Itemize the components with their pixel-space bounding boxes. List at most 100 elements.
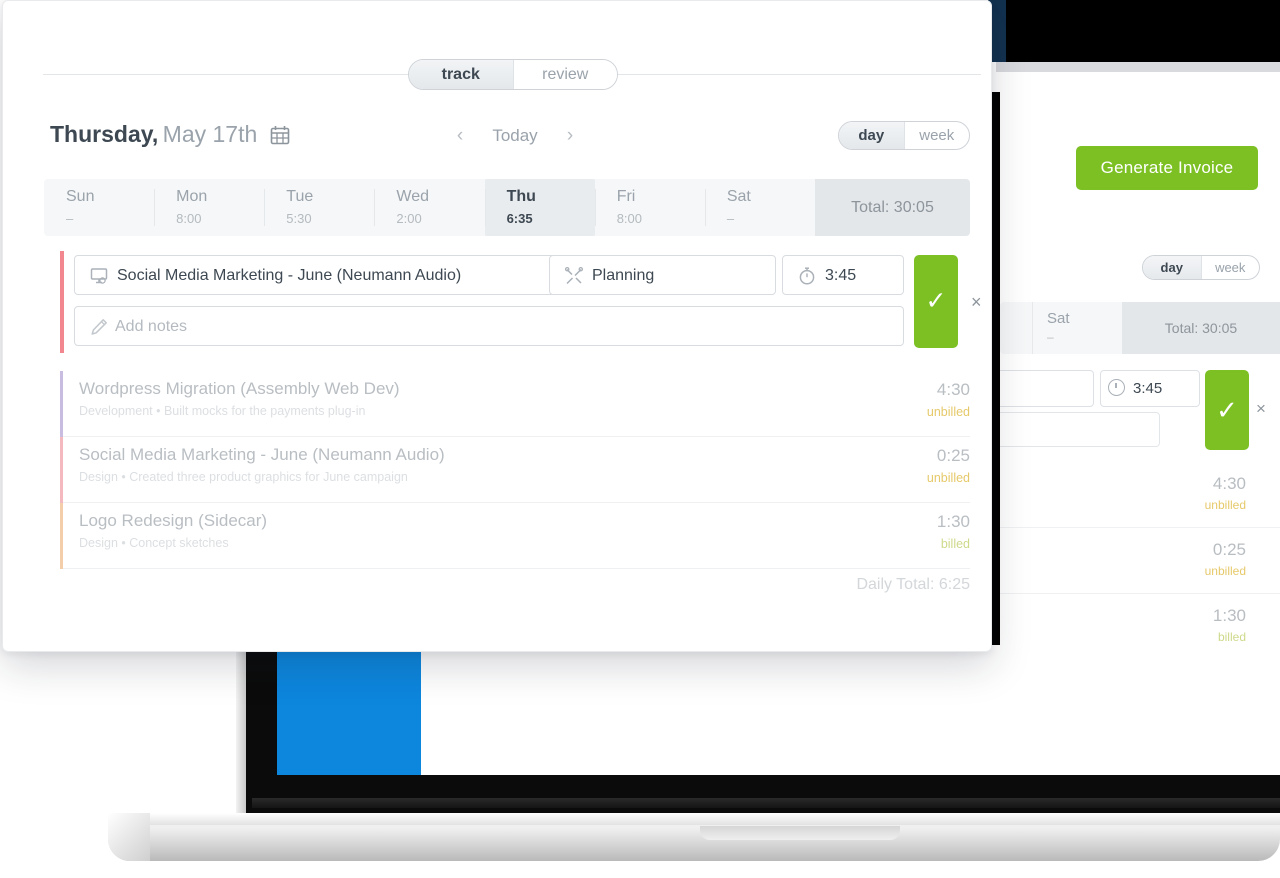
week-day-label: Fri <box>616 188 636 205</box>
week-day-hours: 2:00 <box>396 211 422 226</box>
project-monitor-icon <box>89 266 109 286</box>
toggle-week[interactable]: week <box>903 122 970 149</box>
timer-app-window: track review Thursday, May 17th ‹ Today … <box>2 0 992 652</box>
chevron-right-icon[interactable]: › <box>560 125 580 147</box>
status-badge: unbilled <box>926 471 970 485</box>
date-navigation: ‹ Today › <box>450 123 580 149</box>
background-entry-row[interactable]: 4:30 unbilled <box>1000 462 1280 528</box>
tab-track[interactable]: track <box>409 60 513 89</box>
background-week-day-hours: – <box>1047 330 1054 344</box>
laptop-base-lip <box>108 813 1280 825</box>
background-week-day-label: Sat <box>1047 310 1070 327</box>
chevron-left-icon[interactable]: ‹ <box>450 125 470 147</box>
calendar-icon[interactable] <box>270 125 290 150</box>
date-weekday: Thursday, <box>50 121 159 147</box>
week-day-label: Tue <box>286 188 314 205</box>
week-total: Total: 30:05 <box>814 179 970 236</box>
time-field[interactable]: 3:45 <box>782 255 904 295</box>
today-button[interactable]: Today <box>492 126 537 146</box>
entry-subtitle: Design • Concept sketches <box>79 536 229 550</box>
close-icon: × <box>971 292 982 312</box>
week-day-label: Mon <box>176 188 208 205</box>
laptop-base-notch <box>700 826 900 840</box>
stopwatch-icon <box>1108 379 1125 396</box>
week-day-mon[interactable]: Mon 8:00 <box>154 179 264 236</box>
week-day-hours: – <box>66 211 74 226</box>
table-row[interactable]: Wordpress Migration (Assembly Web Dev) D… <box>60 371 970 437</box>
status-badge: unbilled <box>926 405 970 419</box>
delete-entry-button[interactable]: × <box>971 292 982 313</box>
week-day-sun[interactable]: Sun – <box>44 179 154 236</box>
entry-title: Social Media Marketing - June (Neumann A… <box>79 445 445 464</box>
background-view-toggle[interactable]: day week <box>1142 255 1260 280</box>
week-day-label: Sat <box>726 188 751 205</box>
toggle-day[interactable]: day <box>839 122 904 149</box>
week-strip: Sun – Mon 8:00 Tue 5:30 Wed 2:00 Thu 6:3… <box>44 179 970 236</box>
time-field-value: 3:45 <box>825 267 857 284</box>
project-field-value: Social Media Marketing - June (Neumann A… <box>117 267 462 284</box>
week-day-thu[interactable]: Thu 6:35 <box>484 179 595 236</box>
week-day-wed[interactable]: Wed 2:00 <box>374 179 484 236</box>
table-row[interactable]: Logo Redesign (Sidecar) Design • Concept… <box>60 503 970 569</box>
laptop-white-area <box>421 645 1280 775</box>
background-toggle-day[interactable]: day <box>1143 256 1201 279</box>
entry-duration: 1:30 <box>936 512 970 531</box>
background-entry-duration: 0:25 <box>1212 540 1246 559</box>
week-day-tue[interactable]: Tue 5:30 <box>264 179 374 236</box>
active-entry-editor: Social Media Marketing - June (Neumann A… <box>60 251 982 353</box>
generate-invoice-button[interactable]: Generate Invoice <box>1076 146 1258 190</box>
week-day-hours: 5:30 <box>286 211 312 226</box>
task-field-value: Planning <box>592 267 655 284</box>
project-field[interactable]: Social Media Marketing - June (Neumann A… <box>74 255 555 295</box>
entry-duration: 0:25 <box>936 446 970 465</box>
background-entry-duration: 1:30 <box>1212 606 1246 625</box>
entry-color-bar <box>60 437 63 503</box>
notes-field-placeholder: Add notes <box>115 318 188 335</box>
week-day-hours: 8:00 <box>616 211 643 226</box>
entry-subtitle: Development • Built mocks for the paymen… <box>79 404 366 418</box>
background-project-field[interactable] <box>1000 370 1094 407</box>
mode-tabs-row: track review <box>43 59 981 91</box>
view-toggle[interactable]: day week <box>838 121 970 150</box>
laptop-base-corner <box>108 813 150 861</box>
notes-field[interactable]: Add notes <box>74 306 904 346</box>
tools-icon <box>564 266 584 286</box>
week-day-hours: – <box>726 211 735 226</box>
background-entry-status: unbilled <box>1204 498 1246 512</box>
check-icon: ✓ <box>925 287 947 315</box>
table-row[interactable]: Social Media Marketing - June (Neumann A… <box>60 437 970 503</box>
laptop-dark-top <box>1006 0 1280 62</box>
task-field[interactable]: Planning <box>549 255 776 295</box>
current-date-header[interactable]: Thursday, May 17th <box>50 121 290 150</box>
week-day-label: Sun <box>66 188 95 205</box>
background-notes-field[interactable] <box>1000 412 1160 447</box>
background-entry-status: unbilled <box>1204 564 1246 578</box>
entry-subtitle: Design • Created three product graphics … <box>79 470 408 484</box>
stopwatch-icon <box>797 266 817 286</box>
background-delete-button[interactable]: × <box>1256 399 1266 419</box>
background-save-button[interactable]: ✓ <box>1205 370 1249 450</box>
laptop-blue-block <box>277 645 421 783</box>
week-day-fri[interactable]: Fri 8:00 <box>594 179 705 236</box>
mode-tabs[interactable]: track review <box>408 59 618 90</box>
date-rest: May 17th <box>162 121 258 147</box>
save-entry-button[interactable]: ✓ <box>914 255 958 348</box>
week-day-label: Thu <box>506 188 536 205</box>
daily-total: Daily Total: 6:25 <box>856 576 970 593</box>
week-day-hours: 6:35 <box>506 211 533 226</box>
entry-accent-bar <box>60 251 64 353</box>
week-day-hours: 8:00 <box>176 211 202 226</box>
background-entry-row[interactable]: 0:25 unbilled <box>1000 528 1280 594</box>
entry-list: Wordpress Migration (Assembly Web Dev) D… <box>60 371 970 593</box>
entry-duration: 4:30 <box>936 380 970 399</box>
week-day-sat[interactable]: Sat – <box>704 179 815 236</box>
laptop-edge-silver <box>236 640 246 820</box>
background-entry-duration: 4:30 <box>1212 474 1246 493</box>
pencil-icon <box>89 317 109 337</box>
week-day-label: Wed <box>396 188 430 205</box>
tab-review[interactable]: review <box>512 60 617 89</box>
background-week-day-sat[interactable]: Sat – <box>1032 302 1122 354</box>
background-entry-status: billed <box>1217 630 1246 644</box>
background-toggle-week[interactable]: week <box>1200 256 1260 279</box>
laptop-bezel-shine <box>252 798 1280 808</box>
